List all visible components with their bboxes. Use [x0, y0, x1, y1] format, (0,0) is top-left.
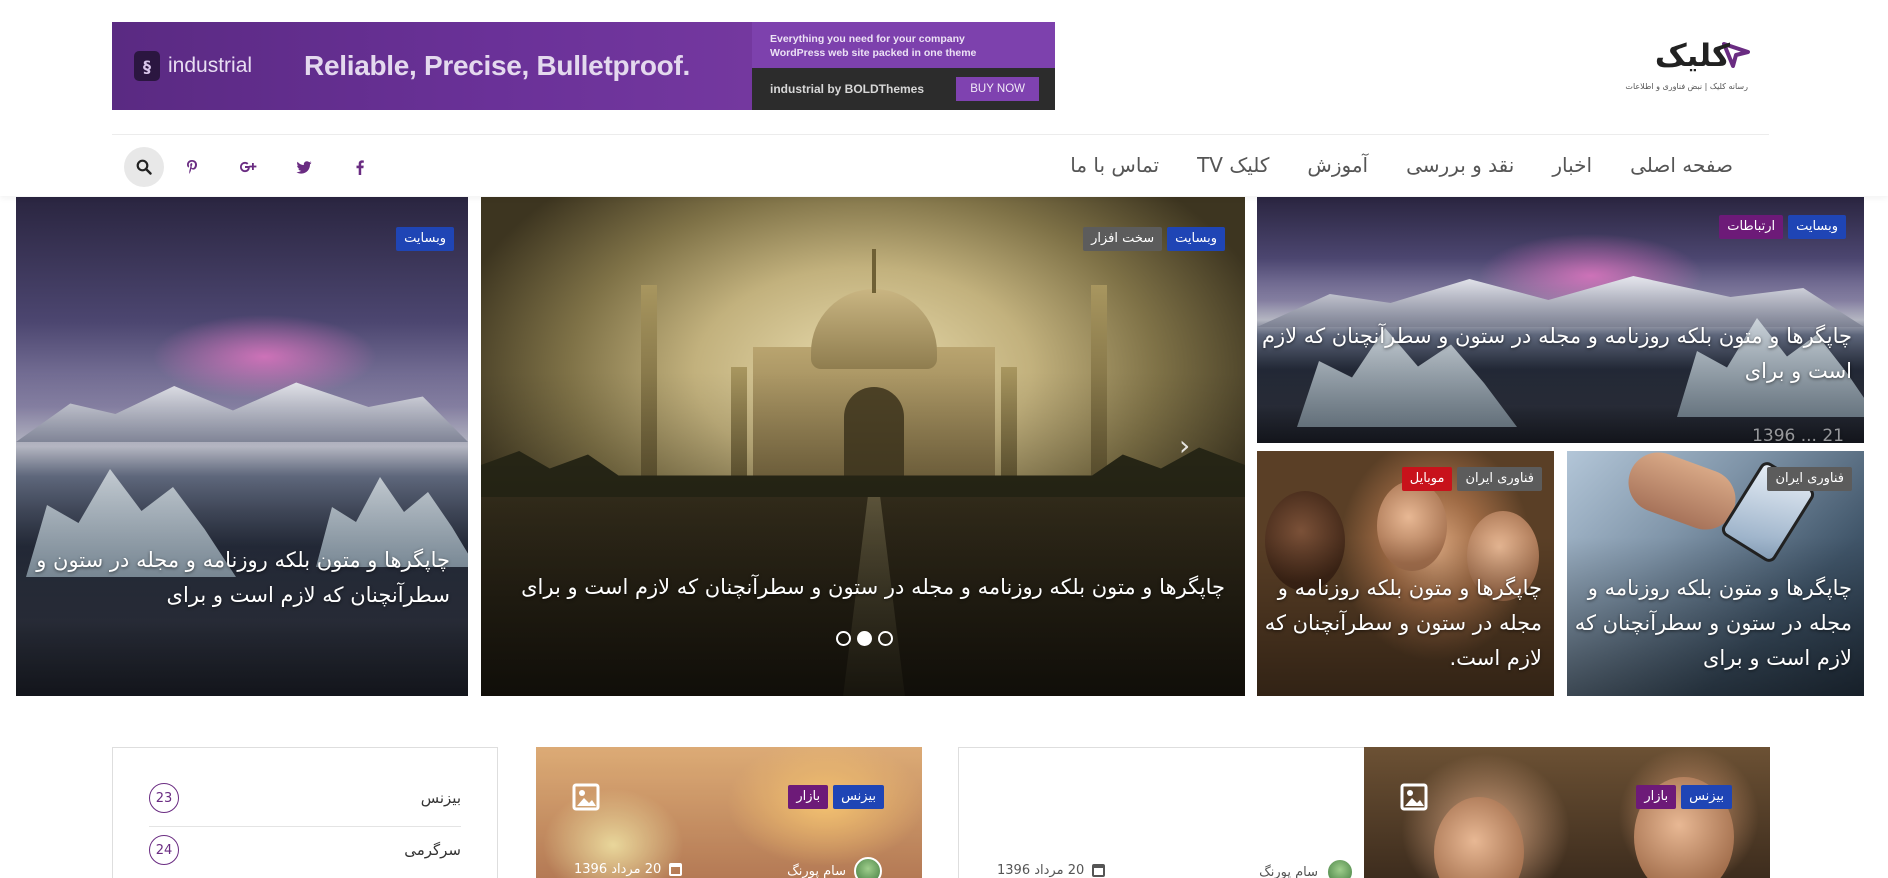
main-nav: صفحه اصلی اخبار نقد و بررسی آموزش TV کلی…	[1051, 148, 1733, 182]
ad-brand: industrial	[168, 54, 253, 77]
header-divider	[112, 134, 1769, 135]
category-badge[interactable]: وبسایت	[1788, 215, 1846, 239]
ad-slogan: Reliable, Precise, Bulletproof.	[304, 50, 690, 81]
category-badge[interactable]: وبسایت	[1167, 227, 1225, 251]
nav-item-reviews[interactable]: نقد و بررسی	[1387, 148, 1533, 182]
search-icon	[136, 159, 152, 175]
avatar[interactable]	[1326, 858, 1354, 878]
post-card-right-badges: بیزنس بازار	[1636, 785, 1732, 809]
facebook-icon	[356, 159, 364, 175]
post-date: 20 مرداد 1396	[997, 863, 1085, 878]
slider-next-arrow[interactable]: ›	[1179, 429, 1190, 462]
hero-tile-right-top-badges: وبسایت ارتباطات	[1719, 215, 1846, 239]
ad-footer: industrial by BOLDThemes BUY NOW	[752, 68, 1055, 110]
hero-slider[interactable]: وبسایت سخت افزار › چاپگرها و متون بلکه ر…	[481, 197, 1245, 696]
category-row[interactable]: 23 بیزنس	[149, 780, 461, 816]
category-count: 24	[149, 835, 179, 865]
post-card-middle-badges: بیزنس بازار	[788, 785, 884, 809]
category-badge[interactable]: بازار	[1636, 785, 1677, 809]
hero-tile-right-top[interactable]: وبسایت ارتباطات چاپگرها و متون بلکه روزن…	[1257, 197, 1864, 443]
post-card-right-body[interactable]: سام پورنگ 20 مرداد 1396	[958, 747, 1364, 878]
post-card-middle-date: 20 مرداد 1396	[574, 862, 683, 877]
post-card-middle-author: سام پورنگ	[787, 857, 882, 878]
category-divider	[149, 826, 461, 827]
post-card-right-photo	[1364, 747, 1770, 878]
twitter-icon	[296, 160, 312, 174]
author-name[interactable]: سام پورنگ	[1259, 865, 1318, 878]
hero-tile-people-badges: فناوری ایران موبایل	[1401, 467, 1542, 491]
category-badge[interactable]: بیزنس	[1681, 785, 1732, 809]
hero-tile-phone-badges: فناوری ایران	[1767, 467, 1852, 491]
hero-tile-left-shade	[16, 197, 468, 696]
logo-tagline: رسانه کلیک | نبض فناوری و اطلاعات	[1625, 82, 1748, 91]
google-plus-icon	[240, 161, 257, 173]
person-shape	[1434, 797, 1524, 878]
category-badge[interactable]: بازار	[788, 785, 829, 809]
hero-tile-people-title[interactable]: چاپگرها و متون بلکه روزنامه و مجله در ست…	[1262, 571, 1542, 676]
social-bar	[124, 147, 388, 187]
category-name[interactable]: بیزنس	[421, 789, 461, 807]
ad-tagline-line1: Everything you need for your company	[770, 33, 965, 45]
hero-tile-left-title[interactable]: چاپگرها و متون بلکه روزنامه و مجله در ست…	[30, 543, 450, 613]
post-card-right-date: 20 مرداد 1396	[997, 863, 1106, 878]
category-row[interactable]: 24 سرگرمی	[149, 832, 461, 868]
category-badge[interactable]: سخت افزار	[1083, 227, 1163, 251]
post-card-middle[interactable]: بیزنس بازار سام پورنگ 20 مرداد 1396	[536, 747, 922, 878]
hero-slider-badges: وبسایت سخت افزار	[1083, 227, 1225, 251]
category-badge[interactable]: موبایل	[1401, 467, 1453, 491]
ad-tagline: Everything you need for your company Wor…	[752, 22, 1055, 68]
twitter-link[interactable]	[276, 160, 332, 174]
slider-dot-active[interactable]	[857, 631, 872, 646]
nav-item-contact[interactable]: تماس با ما	[1051, 148, 1178, 182]
pinterest-link[interactable]	[164, 159, 220, 175]
hero-tile-left[interactable]: وبسایت چاپگرها و متون بلکه روزنامه و مجل…	[16, 197, 468, 696]
google-plus-link[interactable]	[220, 160, 276, 174]
hero-tile-phone-title[interactable]: چاپگرها و متون بلکه روزنامه و مجله در ست…	[1572, 571, 1852, 676]
pinterest-icon	[187, 160, 197, 174]
slider-dots	[836, 631, 893, 646]
slider-dot[interactable]	[836, 631, 851, 646]
nav-item-tutorials[interactable]: آموزش	[1288, 148, 1387, 182]
nav-item-home[interactable]: صفحه اصلی	[1611, 148, 1733, 182]
avatar[interactable]	[854, 857, 882, 878]
ad-by-text: industrial by BOLDThemes	[770, 82, 925, 96]
ad-buy-button[interactable]: BUY NOW	[956, 77, 1039, 101]
ad-banner[interactable]: § industrial Reliable, Precise, Bulletpr…	[112, 22, 1055, 110]
hero-tile-phone[interactable]: فناوری ایران چاپگرها و متون بلکه روزنامه…	[1567, 451, 1864, 696]
category-badge[interactable]: بیزنس	[833, 785, 884, 809]
image-icon	[572, 783, 600, 811]
calendar-icon	[1092, 864, 1106, 877]
facebook-link[interactable]	[332, 159, 388, 175]
site-logo[interactable]: کلیک رسانه کلیک | نبض فناوری و اطلاعات	[1625, 38, 1750, 94]
post-date: 20 مرداد 1396	[574, 862, 662, 877]
calendar-icon	[669, 863, 683, 876]
category-badge[interactable]: وبسایت	[396, 227, 454, 251]
logo-text: کلیک	[1654, 38, 1731, 74]
category-name[interactable]: سرگرمی	[404, 841, 461, 859]
hero-tile-left-badges: وبسایت	[396, 227, 454, 251]
author-name[interactable]: سام پورنگ	[787, 864, 846, 878]
hero-tile-people[interactable]: فناوری ایران موبایل چاپگرها و متون بلکه …	[1257, 451, 1554, 696]
hero-tile-right-top-date: 21 ... 1396	[1752, 426, 1844, 443]
ad-banner-left: § industrial Reliable, Precise, Bulletpr…	[112, 22, 752, 110]
hero-slider-title[interactable]: چاپگرها و متون بلکه روزنامه و مجله در ست…	[505, 570, 1225, 605]
category-badge[interactable]: فناوری ایران	[1767, 467, 1852, 491]
hero-slider-shade	[481, 197, 1245, 696]
categories-widget: 23 بیزنس 24 سرگرمی	[112, 747, 498, 878]
post-card-right-image[interactable]: بیزنس بازار	[1364, 747, 1770, 878]
industrial-logo-icon: §	[134, 51, 160, 81]
hero-tile-right-top-title[interactable]: چاپگرها و متون بلکه روزنامه و مجله در ست…	[1262, 319, 1852, 389]
nav-item-news[interactable]: اخبار	[1533, 148, 1611, 182]
nav-item-tv[interactable]: TV کلیک	[1178, 148, 1288, 182]
site-header: § industrial Reliable, Precise, Bulletpr…	[0, 0, 1888, 196]
ad-banner-right: Everything you need for your company Wor…	[752, 22, 1055, 110]
image-icon	[1400, 783, 1428, 811]
slider-dot[interactable]	[878, 631, 893, 646]
search-button[interactable]	[124, 147, 164, 187]
post-card-right-author: سام پورنگ	[1259, 858, 1354, 878]
category-badge[interactable]: ارتباطات	[1719, 215, 1784, 239]
category-count: 23	[149, 783, 179, 813]
category-badge[interactable]: فناوری ایران	[1457, 467, 1542, 491]
ad-tagline-line2: WordPress web site packed in one theme	[770, 47, 977, 59]
